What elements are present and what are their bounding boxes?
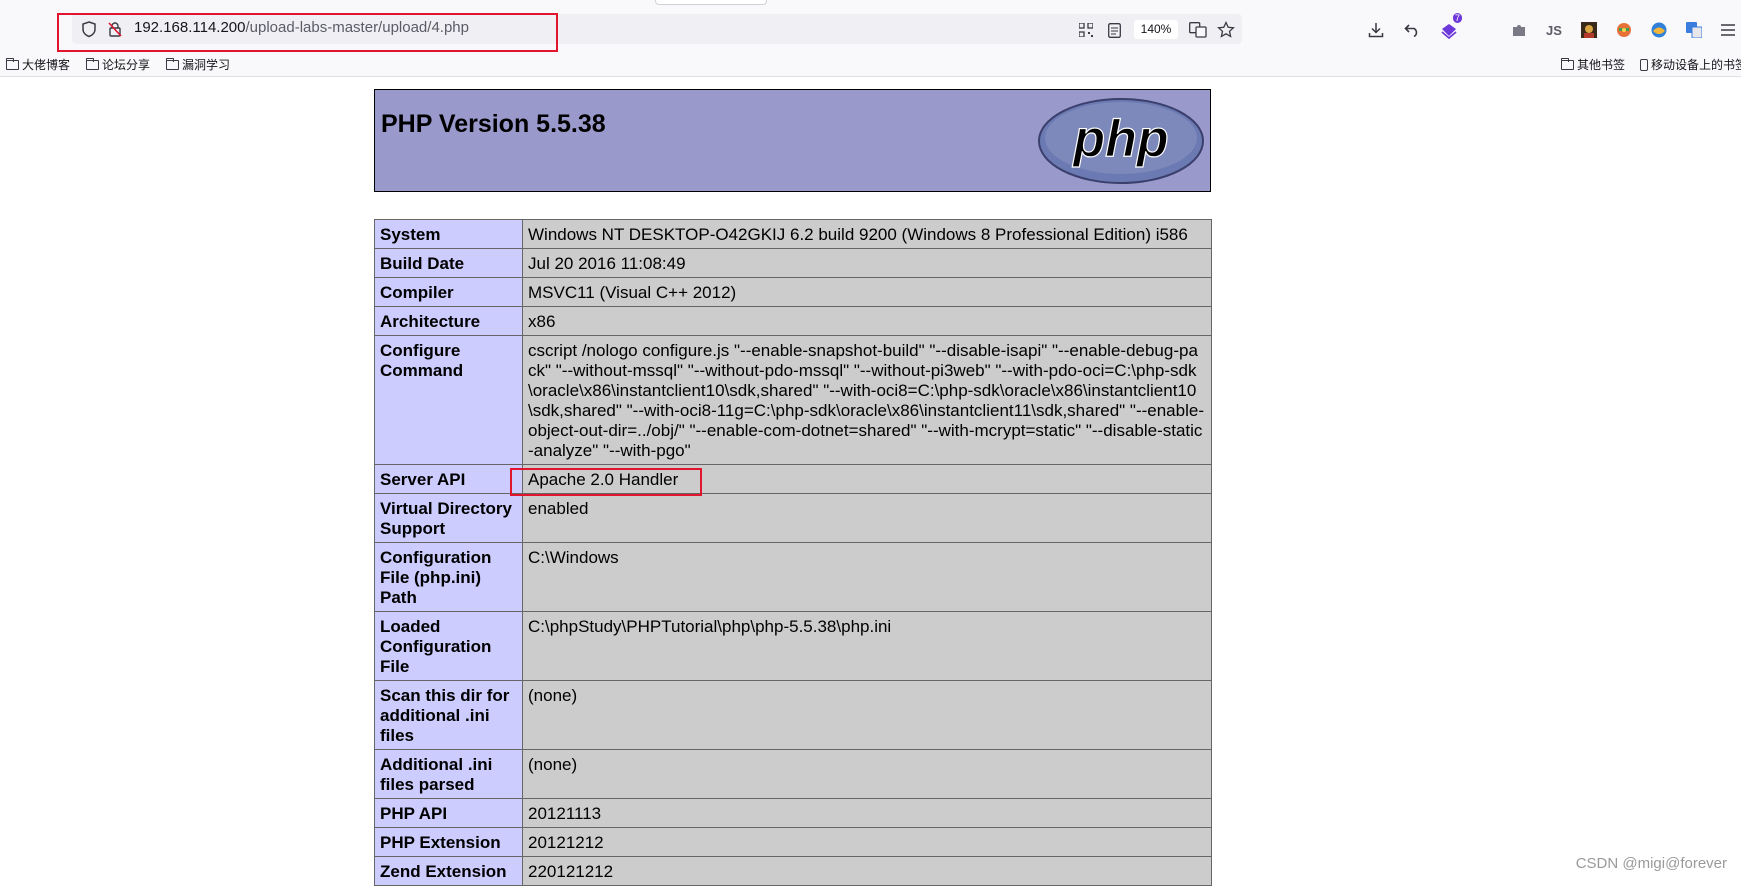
table-row: PHP API 20121113 xyxy=(374,798,1212,828)
url-highlight-box xyxy=(57,13,558,52)
row-value: (none) xyxy=(522,680,1212,750)
row-value: x86 xyxy=(522,306,1212,336)
table-row: Configure Command cscript /nologo configu… xyxy=(374,335,1212,465)
notification-count-badge: 7 xyxy=(1452,13,1462,23)
row-key: Scan this dir for additional .ini files xyxy=(374,680,523,750)
row-key: Configure Command xyxy=(374,335,523,465)
colorful-extension-icon[interactable] xyxy=(1613,19,1635,41)
row-key: Server API xyxy=(374,464,523,494)
google-translate-icon[interactable] xyxy=(1683,19,1705,41)
extension-icon[interactable]: 7 xyxy=(1438,13,1462,41)
undo-icon[interactable] xyxy=(1401,19,1423,41)
star-icon[interactable] xyxy=(1215,19,1237,41)
row-key: System xyxy=(374,219,523,249)
php-logo[interactable]: php xyxy=(1036,96,1206,191)
row-key: Compiler xyxy=(374,277,523,307)
row-key: PHP Extension xyxy=(374,827,523,857)
bookmarks-bar: 大佬博客 论坛分享 漏洞学习 其他书签 移动设备上的书签 xyxy=(0,52,1741,77)
bookmark-folder[interactable]: 漏洞学习 xyxy=(166,56,230,73)
table-row: Virtual Directory Support enabled xyxy=(374,493,1212,543)
table-row: Zend Extension 220121212 xyxy=(374,856,1212,886)
table-row: Build Date Jul 20 2016 11:08:49 xyxy=(374,248,1212,278)
avatar-icon[interactable] xyxy=(1578,19,1600,41)
mobile-bookmarks-folder[interactable]: 移动设备上的书签 xyxy=(1640,56,1741,73)
row-value: MSVC11 (Visual C++ 2012) xyxy=(522,277,1212,307)
phpinfo-header: PHP Version 5.5.38 php xyxy=(374,89,1211,192)
row-value: 220121212 xyxy=(522,856,1212,886)
row-value: cscript /nologo configure.js "--enable-s… xyxy=(522,335,1212,465)
row-value: 20121113 xyxy=(522,798,1212,828)
row-key: PHP API xyxy=(374,798,523,828)
table-row: Additional .ini files parsed (none) xyxy=(374,749,1212,799)
other-bookmarks-folder[interactable]: 其他书签 xyxy=(1561,56,1625,73)
bookmark-folder[interactable]: 大佬博客 xyxy=(6,56,70,73)
table-row: Server API Apache 2.0 Handler xyxy=(374,464,1212,494)
bookmark-folder[interactable]: 论坛分享 xyxy=(86,56,150,73)
active-tab-edge[interactable] xyxy=(655,0,767,5)
row-key: Build Date xyxy=(374,248,523,278)
row-value: C:\phpStudy\PHPTutorial\php\php-5.5.38\p… xyxy=(522,611,1212,681)
server-api-highlight-box xyxy=(510,468,702,496)
php-logo-text: php xyxy=(1071,110,1168,168)
mobile-device-icon xyxy=(1640,58,1648,71)
table-row: Configuration File (php.ini) Path C:\Wind… xyxy=(374,542,1212,612)
row-value: Windows NT DESKTOP-O42GKIJ 6.2 build 920… xyxy=(522,219,1212,249)
row-key: Architecture xyxy=(374,306,523,336)
row-key: Additional .ini files parsed xyxy=(374,749,523,799)
zoom-level-badge[interactable]: 140% xyxy=(1134,20,1178,39)
row-key: Virtual Directory Support xyxy=(374,493,523,543)
folder-icon xyxy=(86,57,99,70)
puzzle-icon[interactable] xyxy=(1508,19,1530,41)
translate-extension-icon[interactable] xyxy=(1648,19,1670,41)
js-icon[interactable]: JS xyxy=(1543,19,1565,41)
row-key: Loaded Configuration File xyxy=(374,611,523,681)
row-value: (none) xyxy=(522,749,1212,799)
table-row: PHP Extension 20121212 xyxy=(374,827,1212,857)
table-row: Scan this dir for additional .ini files(… xyxy=(374,680,1212,750)
row-value: Jul 20 2016 11:08:49 xyxy=(522,248,1212,278)
row-value: C:\Windows xyxy=(522,542,1212,612)
table-row: System Windows NT DESKTOP-O42GKIJ 6.2 bui… xyxy=(374,219,1212,249)
folder-icon xyxy=(1561,57,1574,70)
phpinfo-table: System Windows NT DESKTOP-O42GKIJ 6.2 bui… xyxy=(374,219,1212,886)
table-row: Loaded Configuration File C:\phpStudy\PHP… xyxy=(374,611,1212,681)
csdn-watermark: CSDN @migi@forever xyxy=(1575,855,1727,872)
qr-code-icon[interactable] xyxy=(1075,19,1097,41)
folder-icon xyxy=(166,57,179,70)
menu-icon[interactable] xyxy=(1717,19,1739,41)
browser-toolbar: 192.168.114.200/upload-labs-master/uploa… xyxy=(0,0,1741,58)
page-title: PHP Version 5.5.38 xyxy=(381,110,606,138)
translate-icon[interactable] xyxy=(1187,19,1209,41)
download-icon[interactable] xyxy=(1365,19,1387,41)
row-value: 20121212 xyxy=(522,827,1212,857)
table-row: Compiler MSVC11 (Visual C++ 2012) xyxy=(374,277,1212,307)
row-key: Zend Extension xyxy=(374,856,523,886)
folder-icon xyxy=(6,57,19,70)
reader-mode-icon[interactable] xyxy=(1103,19,1125,41)
row-value: enabled xyxy=(522,493,1212,543)
row-key: Configuration File (php.ini) Path xyxy=(374,542,523,612)
table-row: Architecture x86 xyxy=(374,306,1212,336)
